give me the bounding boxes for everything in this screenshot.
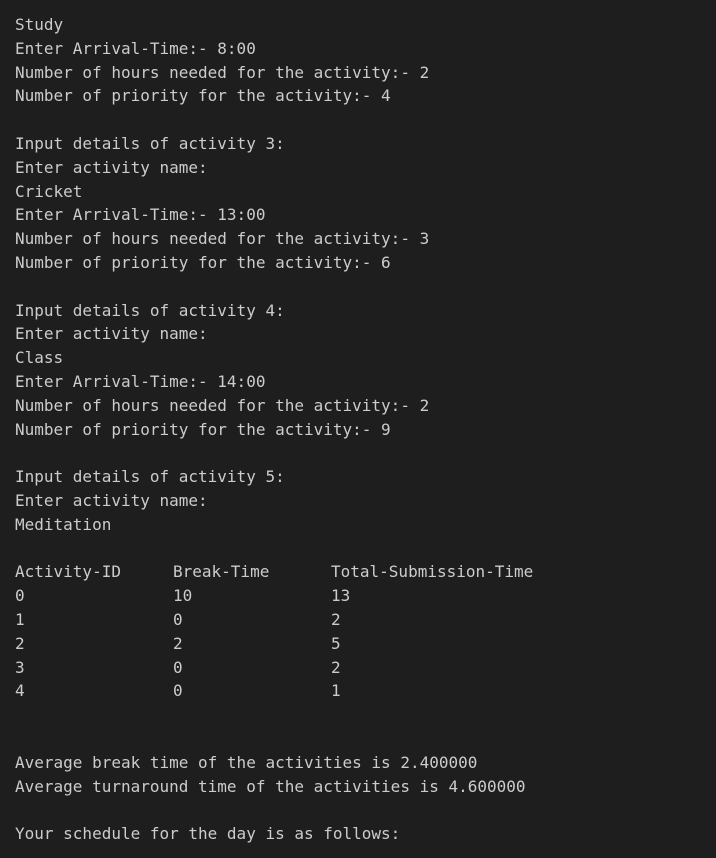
- average-break-time-line: Average break time of the activities is …: [15, 752, 478, 772]
- output-line: Enter Arrival-Time:- 8:00: [15, 38, 256, 58]
- output-line: Number of hours needed for the activity:…: [15, 229, 430, 249]
- table-cell: 1: [15, 609, 25, 629]
- output-line: Number of hours needed for the activity:…: [15, 395, 430, 415]
- output-line: Enter activity name:: [15, 324, 208, 344]
- table-cell: 0: [173, 681, 183, 701]
- table-row: 4 0 1: [15, 679, 716, 703]
- table-cell: 13: [331, 586, 351, 606]
- table-cell: 0: [173, 657, 183, 677]
- table-cell: 2: [331, 657, 341, 677]
- table-cell: 10: [173, 586, 193, 606]
- output-line: Enter Arrival-Time:- 13:00: [15, 205, 266, 225]
- table-cell: 5: [331, 633, 341, 653]
- table-row: 2 2 5: [15, 632, 716, 656]
- output-line: Cricket: [15, 181, 83, 201]
- output-line: Enter activity name:: [15, 157, 208, 177]
- table-row: 0 10 13: [15, 584, 716, 608]
- table-cell: 3: [15, 657, 25, 677]
- table-row: 1 0 2: [15, 608, 716, 632]
- column-header-break-time: Break-Time: [173, 562, 270, 582]
- output-line: Input details of activity 3:: [15, 133, 285, 153]
- table-cell: 2: [15, 633, 25, 653]
- results-table: Activity-ID Break-Time Total-Submission-…: [15, 560, 716, 703]
- schedule-heading-line: Your schedule for the day is as follows:: [15, 824, 401, 844]
- output-line: Input details of activity 5:: [15, 467, 285, 487]
- output-line: Meditation: [15, 514, 112, 534]
- output-line: Number of priority for the activity:- 6: [15, 252, 391, 272]
- output-line: Input details of activity 4:: [15, 300, 285, 320]
- table-cell: 4: [15, 681, 25, 701]
- output-line: Enter Arrival-Time:- 14:00: [15, 371, 266, 391]
- output-line: Number of hours needed for the activity:…: [15, 62, 430, 82]
- output-line: Study: [15, 15, 64, 34]
- table-cell: 1: [331, 681, 341, 701]
- column-header-activity-id: Activity-ID: [15, 562, 121, 582]
- output-line: Number of priority for the activity:- 9: [15, 419, 391, 439]
- column-header-total-submission-time: Total-Submission-Time: [331, 562, 534, 582]
- table-header-row: Activity-ID Break-Time Total-Submission-…: [15, 560, 716, 584]
- table-cell: 2: [331, 609, 341, 629]
- average-turnaround-time-line: Average turnaround time of the activitie…: [15, 776, 526, 796]
- output-line: Enter activity name:: [15, 490, 208, 510]
- output-line: Number of priority for the activity:- 4: [15, 86, 391, 106]
- terminal-output[interactable]: Study Enter Arrival-Time:- 8:00 Number o…: [0, 0, 716, 858]
- table-cell: 0: [15, 586, 25, 606]
- table-cell: 0: [173, 609, 183, 629]
- table-cell: 2: [173, 633, 183, 653]
- table-row: 3 0 2: [15, 656, 716, 680]
- output-line: Class: [15, 348, 64, 368]
